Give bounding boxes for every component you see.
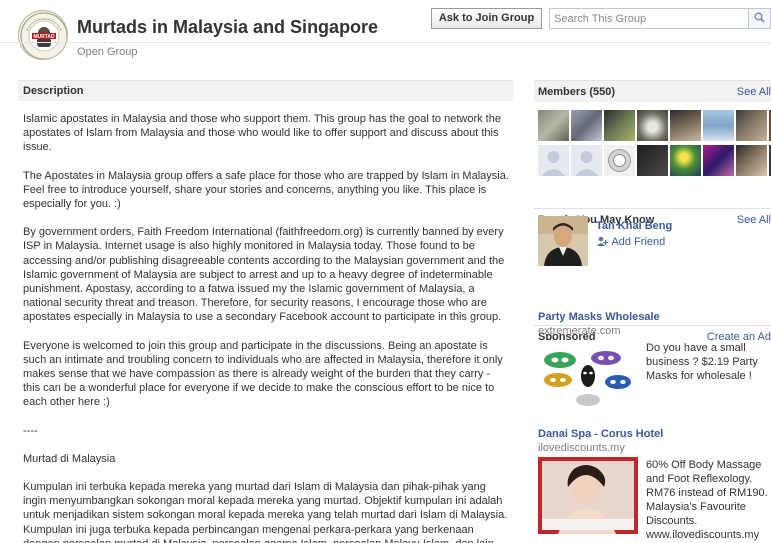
- ad-text: Do you have a small business ? $2.19 Par…: [646, 342, 758, 382]
- ask-to-join-button[interactable]: Ask to Join Group: [431, 8, 542, 29]
- member-avatar[interactable]: [637, 110, 668, 141]
- member-avatar[interactable]: [736, 110, 767, 141]
- member-avatar[interactable]: [703, 110, 734, 141]
- members-heading: Members (550): [538, 86, 616, 98]
- add-friend-action[interactable]: Add Friend: [596, 236, 665, 250]
- member-avatar[interactable]: [571, 110, 602, 141]
- member-avatar[interactable]: [637, 145, 668, 176]
- people-see-all-link[interactable]: See All: [737, 214, 771, 226]
- member-avatar[interactable]: [538, 145, 569, 176]
- description-body: Islamic apostates in Malaysia and those …: [23, 112, 510, 543]
- member-avatar[interactable]: [670, 110, 701, 141]
- member-avatar[interactable]: [538, 110, 569, 141]
- person-photo[interactable]: [538, 216, 588, 266]
- members-grid: [538, 110, 771, 176]
- ad-domain: ilovediscounts.my: [538, 442, 625, 454]
- description-paragraph: Islamic apostates in Malaysia and those …: [23, 113, 501, 154]
- ad-image[interactable]: [538, 340, 638, 412]
- ad-domain: extremerate.com: [538, 325, 621, 337]
- group-title: Murtads in Malaysia and Singapore: [77, 17, 379, 37]
- add-friend-icon: [596, 236, 609, 250]
- description-paragraph: The Apostates in Malaysia group offers a…: [23, 169, 509, 211]
- header-divider: [0, 42, 771, 43]
- group-logo[interactable]: MURTAD: [18, 10, 68, 60]
- description-paragraph: Kumpulan ini terbuka kepada mereka yang …: [23, 481, 508, 543]
- member-avatar[interactable]: [604, 145, 635, 176]
- member-avatar[interactable]: [736, 145, 767, 176]
- members-see-all-link[interactable]: See All: [737, 86, 771, 98]
- group-search: [549, 8, 771, 29]
- group-header: MURTAD Murtads in Malaysia and Singapore…: [0, 0, 771, 70]
- ad-title-link[interactable]: Party Masks Wholesale: [538, 311, 660, 323]
- description-paragraph: ----: [23, 424, 38, 437]
- member-avatar[interactable]: [571, 145, 602, 176]
- description-paragraph: Murtad di Malaysia: [23, 452, 116, 465]
- member-avatar[interactable]: [703, 145, 734, 176]
- search-icon: [754, 12, 765, 26]
- search-input[interactable]: [550, 9, 748, 28]
- member-avatar[interactable]: [670, 145, 701, 176]
- svg-text:MURTAD: MURTAD: [33, 34, 55, 40]
- add-friend-link[interactable]: Add Friend: [611, 236, 665, 248]
- search-button[interactable]: [748, 9, 770, 28]
- description-paragraph: By government orders, Faith Freedom Inte…: [23, 226, 505, 324]
- member-avatar[interactable]: [604, 110, 635, 141]
- description-heading: Description: [18, 80, 513, 101]
- members-heading-bar: Members (550) See All: [534, 80, 771, 102]
- ad-title-link[interactable]: Danai Spa - Corus Hotel: [538, 428, 663, 440]
- group-type: Open Group: [77, 46, 138, 58]
- person-name-link[interactable]: Tan Khai Beng: [596, 220, 672, 232]
- description-paragraph: Everyone is welcomed to join this group …: [23, 339, 503, 409]
- ad-image[interactable]: [538, 457, 638, 534]
- ad-text: 60% Off Body Massage and Foot Reflexolog…: [646, 459, 768, 541]
